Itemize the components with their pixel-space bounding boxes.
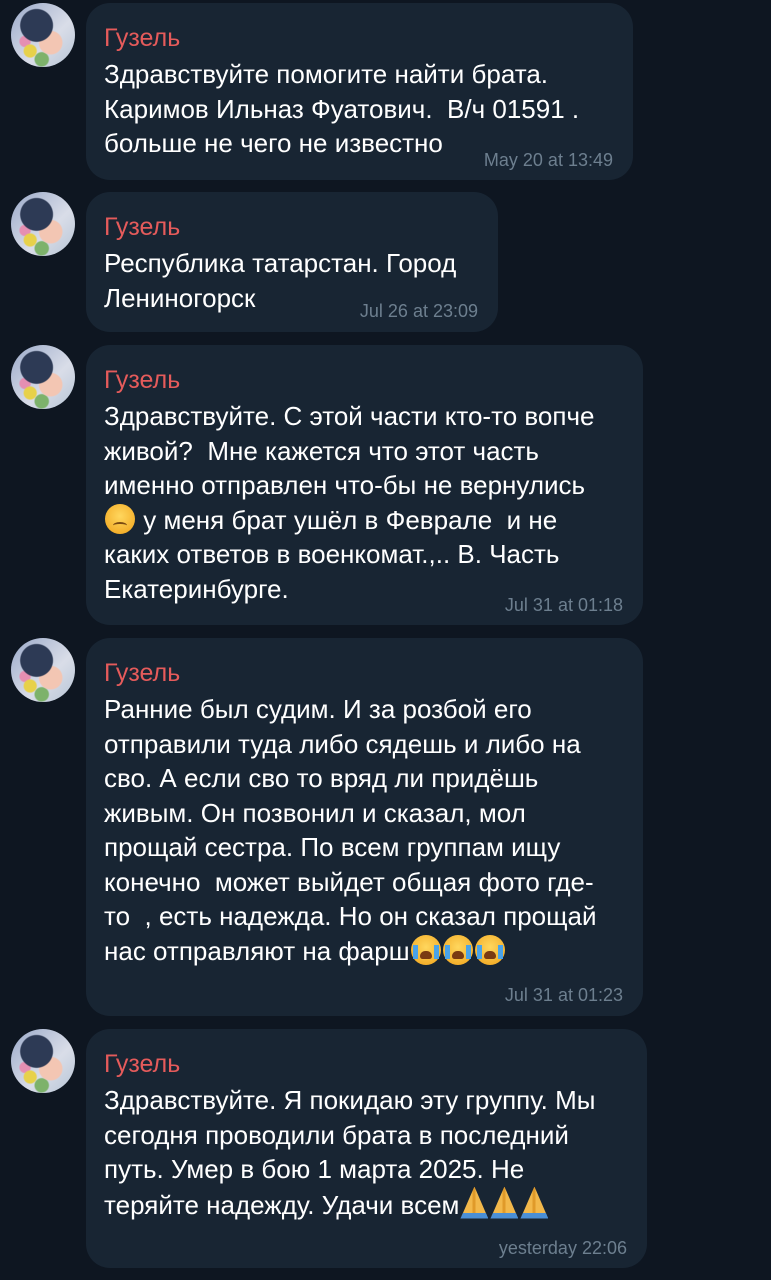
avatar[interactable] [11, 192, 75, 256]
message-text: Здравствуйте помогите найти брата. Карим… [104, 59, 580, 158]
loudly-crying-face-icon [474, 934, 505, 965]
message-bubble[interactable]: Гузель Здравствуйте помогите найти брата… [86, 3, 633, 180]
loudly-crying-face-icon [410, 934, 441, 965]
message-bubble[interactable]: Гузель Ранние был судим. И за розбой его… [86, 638, 643, 1016]
folded-hands-icon [490, 1186, 519, 1219]
sender-name[interactable]: Гузель [104, 212, 180, 242]
pensive-face-icon [105, 503, 135, 534]
avatar[interactable] [11, 3, 75, 67]
avatar[interactable] [11, 345, 75, 409]
sender-name[interactable]: Гузель [104, 365, 180, 395]
message-text: Здравствуйте. Я покидаю эту группу. Мы с… [104, 1085, 596, 1220]
message-timestamp: yesterday 22:06 [498, 1238, 627, 1258]
message-timestamp: Jul 31 at 01:18 [504, 595, 623, 615]
folded-hands-icon [520, 1186, 549, 1219]
message-timestamp: Jul 26 at 23:09 [359, 301, 478, 321]
avatar[interactable] [11, 638, 75, 702]
message-bubble[interactable]: Гузель Республика татарстан. Город Ленин… [86, 192, 498, 332]
avatar[interactable] [11, 1029, 75, 1093]
message-text: Ранние был судим. И за розбой его отправ… [104, 694, 597, 966]
message-timestamp: May 20 at 13:49 [483, 150, 613, 170]
sender-name[interactable]: Гузель [104, 1049, 180, 1079]
message-bubble[interactable]: Гузель Здравствуйте. Я покидаю эту групп… [86, 1029, 647, 1268]
sender-name[interactable]: Гузель [104, 23, 180, 53]
message-bubble[interactable]: Гузель Здравствуйте. С этой части кто-то… [86, 345, 643, 625]
folded-hands-icon [460, 1186, 489, 1219]
message-timestamp: Jul 31 at 01:23 [504, 985, 623, 1005]
message-text: Здравствуйте. С этой части кто-то вопче … [104, 401, 595, 604]
sender-name[interactable]: Гузель [104, 658, 180, 688]
loudly-crying-face-icon [442, 934, 473, 965]
